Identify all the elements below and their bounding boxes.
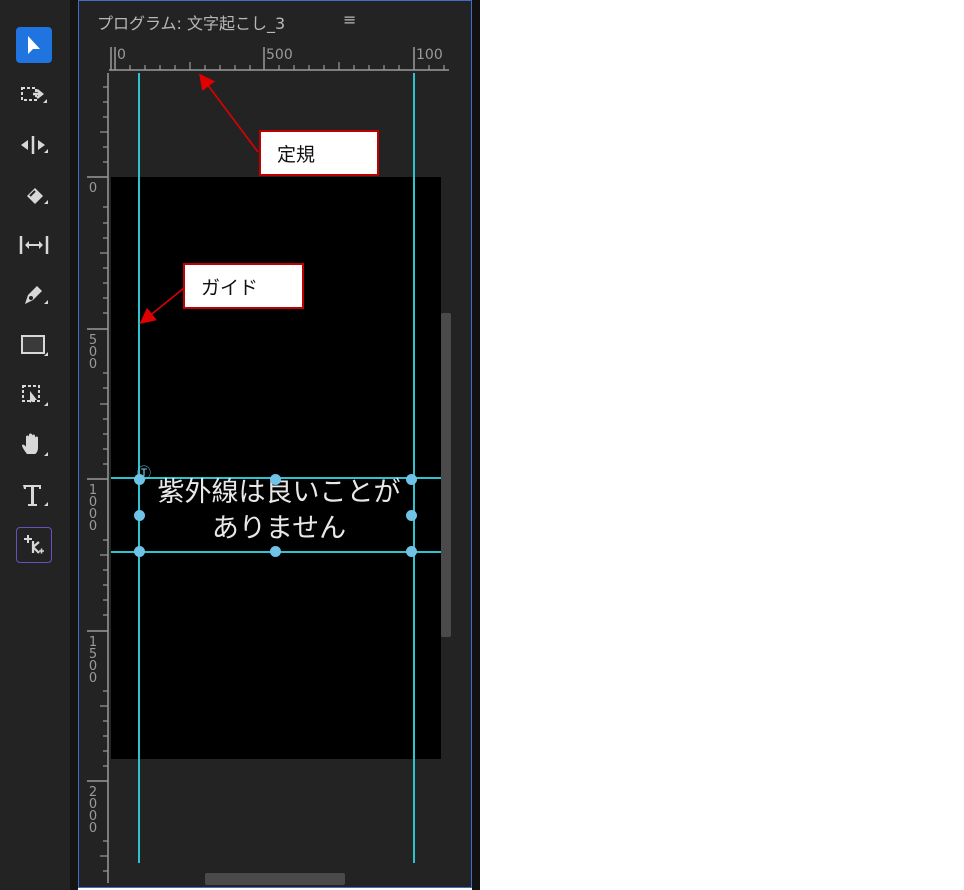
type-tool[interactable] xyxy=(16,477,52,513)
hand-tool[interactable] xyxy=(16,427,52,463)
track-select-icon xyxy=(21,87,47,103)
ripple-edit-icon xyxy=(21,136,48,154)
ruler-v-label-1000: 1000 xyxy=(88,483,98,534)
ripple-edit-tool[interactable] xyxy=(16,127,52,163)
vertical-guide-right[interactable] xyxy=(413,73,415,863)
panel-title: プログラム: 文字起こし_3 xyxy=(97,14,286,33)
hand-icon xyxy=(22,433,48,456)
caption-text-box[interactable]: 紫外線は良いことが ありません xyxy=(139,475,419,547)
tools-panel xyxy=(0,0,70,890)
selection-tool[interactable] xyxy=(16,27,52,63)
ruler-v-label-500: 500 xyxy=(88,333,98,372)
transform-handle-bottom-left[interactable] xyxy=(134,546,145,557)
ruler-v-label-1500: 1500 xyxy=(88,635,98,686)
panel-divider xyxy=(70,0,78,890)
vertical-scrollbar[interactable] xyxy=(441,313,451,637)
track-select-tool[interactable] xyxy=(16,77,52,113)
vertical-ruler[interactable]: 0 500 1000 1500 2000 xyxy=(83,73,113,883)
transform-icon xyxy=(24,535,44,554)
pen-icon xyxy=(25,286,48,304)
transform-tool[interactable] xyxy=(16,527,52,563)
horizontal-ruler[interactable]: 0 500 100 xyxy=(109,43,449,73)
ruler-v-label-2000: 2000 xyxy=(88,785,98,836)
ruler-label-0: 0 xyxy=(117,47,126,63)
panel-menu-icon[interactable]: ≡ xyxy=(343,10,356,29)
guide-callout: ガイド xyxy=(183,263,304,309)
ruler-callout: 定規 xyxy=(259,130,379,176)
reframe-tool[interactable] xyxy=(16,377,52,413)
arrow-pointer-icon xyxy=(28,36,40,54)
razor-icon xyxy=(27,188,48,204)
ruler-label-500: 500 xyxy=(266,47,293,63)
guide-callout-label: ガイド xyxy=(201,276,259,299)
transform-handle-middle-left[interactable] xyxy=(134,510,145,521)
slip-icon xyxy=(19,236,49,254)
ruler-callout-label: 定規 xyxy=(277,143,316,166)
transform-handle-top-left[interactable] xyxy=(134,474,145,485)
horizontal-scrollbar[interactable] xyxy=(205,873,345,885)
ruler-v-label-0: 0 xyxy=(88,181,98,196)
ruler-label-1000: 100 xyxy=(416,47,443,63)
transform-handle-middle-right[interactable] xyxy=(406,510,417,521)
reframe-icon xyxy=(22,385,48,406)
transform-handle-bottom-right[interactable] xyxy=(406,546,417,557)
type-t-icon xyxy=(23,485,48,506)
caption-line-2: ありません xyxy=(211,513,347,544)
transform-handle-top-right[interactable] xyxy=(406,474,417,485)
pen-tool[interactable] xyxy=(16,277,52,313)
panel-edge xyxy=(472,0,480,890)
rectangle-tool[interactable] xyxy=(16,327,52,363)
rectangle-icon xyxy=(21,335,48,356)
transform-handle-bottom-center[interactable] xyxy=(270,546,281,557)
slip-tool[interactable] xyxy=(16,227,52,263)
razor-tool[interactable] xyxy=(16,177,52,213)
transform-handle-top-center[interactable] xyxy=(270,474,281,485)
